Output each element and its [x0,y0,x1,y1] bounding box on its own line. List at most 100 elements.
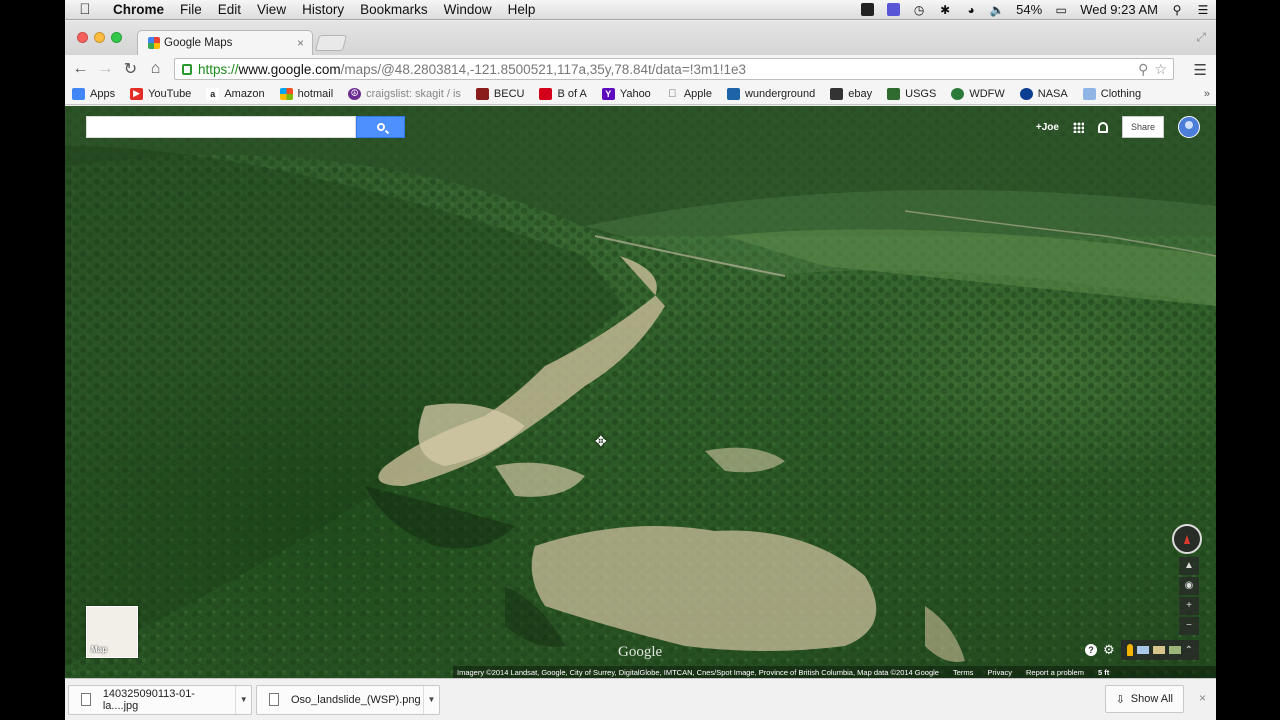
maps-search-input[interactable] [86,116,356,138]
new-tab-button[interactable] [314,35,348,51]
menu-history[interactable]: History [294,2,352,17]
download-filename: 140325090113-01-la....jpg [102,687,195,712]
menu-help[interactable]: Help [500,2,544,17]
imagery-thumb-icon[interactable] [1152,646,1165,654]
letterbox-right [1216,0,1280,720]
bookmark-nasa[interactable]: NASA [1019,87,1068,100]
bookmark-clothing-folder[interactable]: Clothing [1082,87,1141,100]
settings-gear-icon[interactable]: ⚙ [1103,642,1115,658]
tab-google-maps[interactable]: Google Maps × [137,30,313,55]
spotlight-search-icon[interactable]: ⚲ [1166,3,1188,17]
attribution-text: Imagery ©2014 Landsat, Google, City of S… [457,667,939,677]
download-item[interactable]: 140325090113-01-la....jpg ▼ [68,684,252,715]
my-location-icon[interactable]: ◉ [1179,577,1199,595]
move-cursor-icon: ✥ [595,433,607,449]
close-downloads-icon[interactable]: × [1199,691,1206,705]
apple-icon:  [666,88,679,100]
apple-menu-icon[interactable]:  [65,1,105,18]
privacy-link[interactable]: Privacy [987,668,1012,677]
becu-icon [475,87,489,100]
screen-recorder-icon[interactable] [882,3,904,17]
notifications-bell-icon[interactable] [1097,121,1108,133]
address-bar[interactable]: https://www.google.com/maps/@48.2803814,… [174,58,1174,80]
map-toggle-label: Map [91,645,107,654]
zoom-out-icon[interactable]: − [1179,617,1199,635]
report-problem-link[interactable]: Report a problem [1026,668,1084,677]
bookmark-amazon[interactable]: a Amazon [206,87,265,100]
imagery-thumb-icon[interactable] [1136,646,1149,654]
bluetooth-icon[interactable]: ✱ [934,3,956,17]
map-view-toggle[interactable]: Map [86,606,138,658]
time-machine-icon[interactable]: ◷ [908,3,930,17]
notification-center-icon[interactable]: ☰ [1192,3,1214,17]
scale-label[interactable]: 5 ft [1098,668,1109,677]
tilt-toggle-icon[interactable]: ▲ [1179,557,1199,575]
url-scheme: https:// [198,61,239,77]
bookmark-apple[interactable]: Apple [666,88,712,100]
bookmark-wunderground[interactable]: wunderground [726,87,815,100]
bookmark-youtube[interactable]: ▶ YouTube [130,87,191,100]
show-all-downloads-button[interactable]: ⇩ Show All [1104,685,1184,713]
bookmark-wdfw[interactable]: WDFW [951,87,1005,100]
bookmark-hotmail[interactable]: hotmail [279,87,333,100]
download-menu-arrow-icon[interactable]: ▼ [235,685,251,714]
bookmark-usgs[interactable]: USGS [887,87,936,100]
chrome-menu-icon[interactable]: ☰ [1194,61,1207,79]
download-arrow-icon: ⇩ [1115,693,1125,706]
nasa-icon [1019,87,1033,100]
bookmark-becu[interactable]: BECU [475,87,524,100]
maps-search-button[interactable] [356,116,405,138]
menu-file[interactable]: File [172,2,210,17]
imagery-thumb-icon[interactable] [1168,646,1181,654]
battery-icon[interactable]: ▭ [1050,3,1072,17]
reload-icon[interactable]: ↻ [118,59,143,79]
menu-bookmarks[interactable]: Bookmarks [352,2,436,17]
volume-icon[interactable]: 🔈 [986,3,1008,17]
back-arrow-icon[interactable]: ← [68,60,93,78]
url-path: /maps/@48.2803814,-121.8500521,117a,35y,… [340,61,746,77]
download-item[interactable]: Oso_landslide_(WSP).png ▼ [256,684,440,715]
bookmark-bofa[interactable]: B of A [539,87,587,100]
apps-launcher-icon[interactable] [1072,121,1084,133]
terms-link[interactable]: Terms [953,668,973,677]
home-icon[interactable]: ⌂ [143,60,168,78]
camera-status-icon[interactable] [856,3,878,17]
zoom-window-button[interactable] [111,32,122,43]
bookmark-apps[interactable]: Apps [72,87,115,100]
bookmarks-bar: Apps ▶ YouTube a Amazon hotmail ☮ craigslis… [65,83,1216,105]
compass-icon[interactable] [1172,524,1202,554]
google-watermark: Google [618,644,663,660]
bookmark-star-icon[interactable]: ☆ [1154,61,1167,78]
menu-edit[interactable]: Edit [210,2,249,17]
forward-arrow-icon[interactable]: → [93,60,118,78]
download-menu-arrow-icon[interactable]: ▼ [423,685,439,714]
bookmark-craigslist[interactable]: ☮ craigslist: skagit / is [348,87,461,100]
secure-lock-icon[interactable] [182,63,192,75]
window-controls [77,32,122,43]
zoom-in-icon[interactable]: + [1179,597,1199,615]
menu-view[interactable]: View [249,2,294,17]
account-avatar[interactable] [1178,116,1200,138]
menu-window[interactable]: Window [436,2,500,17]
tab-close-icon[interactable]: × [297,36,304,50]
folder-icon [1082,87,1096,100]
close-window-button[interactable] [77,32,88,43]
clock[interactable]: Wed 9:23 AM [1074,2,1164,17]
bookmark-yahoo[interactable]: Y Yahoo [601,87,651,100]
help-icon[interactable]: ? [1084,644,1097,656]
share-button[interactable]: Share [1121,116,1164,138]
bookmarks-overflow-icon[interactable]: » [1204,88,1210,100]
expand-chevron-icon[interactable]: ⌃ [1185,645,1193,656]
minimize-window-button[interactable] [94,32,105,43]
battery-percent[interactable]: 54% [1010,2,1048,17]
wifi-icon[interactable]: ◕ [960,3,982,17]
fullscreen-icon[interactable]: ⤢ [1196,30,1206,45]
screen:  Chrome File Edit View History Bookmark… [0,0,1280,720]
map-canvas[interactable]: +Joe Share ✥ Map Google ▲ ◉ + − ? ⚙ ⌃ Im… [65,106,1216,678]
menu-chrome[interactable]: Chrome [105,2,172,17]
bookmark-ebay[interactable]: ebay [830,87,872,100]
pegman-icon[interactable] [1126,644,1133,656]
zoom-magnifier-icon[interactable]: ⚲ [1138,61,1148,78]
file-icon [81,693,91,706]
plus-user-link[interactable]: +Joe [1036,122,1059,133]
